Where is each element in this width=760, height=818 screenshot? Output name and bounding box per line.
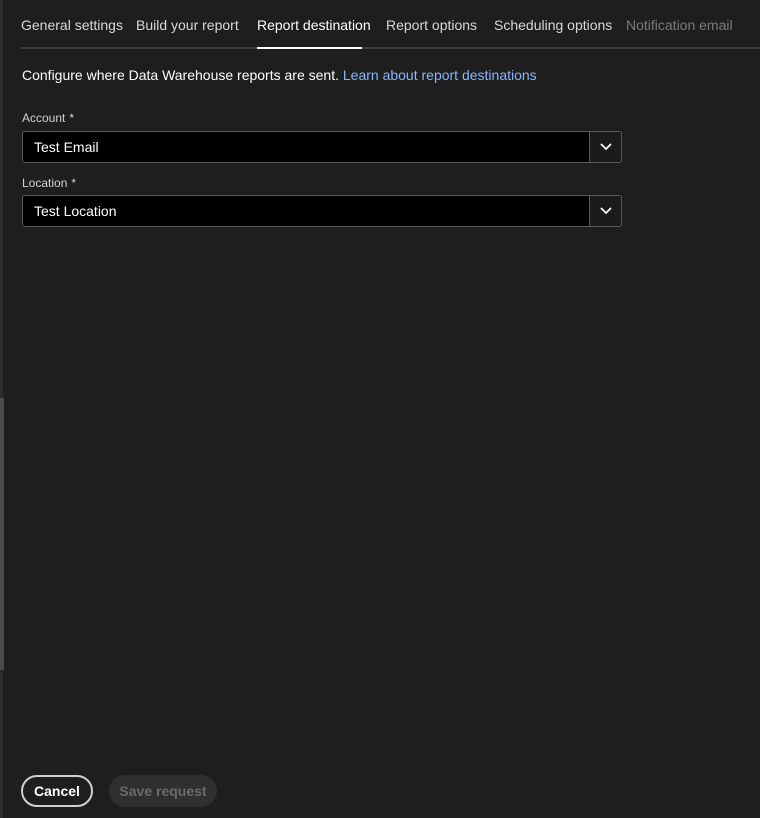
- required-indicator: *: [69, 111, 75, 125]
- tab-build-your-report[interactable]: Build your report: [136, 17, 239, 33]
- tab-bar: General settings Build your report Repor…: [21, 0, 760, 49]
- account-picker-value: Test Email: [34, 139, 99, 155]
- location-picker-toggle[interactable]: [589, 196, 621, 226]
- save-request-button: Save request: [109, 775, 217, 807]
- left-panel-scroll-indicator: [0, 398, 4, 670]
- tab-scheduling-options[interactable]: Scheduling options: [494, 17, 612, 33]
- tab-general-settings[interactable]: General settings: [21, 17, 123, 33]
- account-picker[interactable]: Test Email: [22, 131, 622, 163]
- chevron-down-icon: [600, 207, 611, 214]
- location-picker-value: Test Location: [34, 203, 117, 219]
- cancel-button[interactable]: Cancel: [21, 775, 93, 807]
- chevron-down-icon: [600, 143, 611, 150]
- description-text: Configure where Data Warehouse reports a…: [22, 67, 537, 83]
- required-indicator: *: [71, 176, 77, 190]
- report-destination-page: General settings Build your report Repor…: [0, 0, 760, 818]
- learn-more-link[interactable]: Learn about report destinations: [343, 67, 537, 83]
- account-label-text: Account: [22, 111, 66, 125]
- tab-notification-email: Notification email: [626, 17, 733, 33]
- location-picker[interactable]: Test Location: [22, 195, 622, 227]
- account-label: Account *: [22, 111, 74, 125]
- location-label-text: Location: [22, 176, 68, 190]
- tab-report-destination[interactable]: Report destination: [257, 17, 371, 33]
- account-picker-toggle[interactable]: [589, 132, 621, 162]
- active-tab-indicator: [257, 47, 362, 49]
- tab-report-options[interactable]: Report options: [386, 17, 477, 33]
- description-body: Configure where Data Warehouse reports a…: [22, 67, 339, 83]
- location-label: Location *: [22, 176, 76, 190]
